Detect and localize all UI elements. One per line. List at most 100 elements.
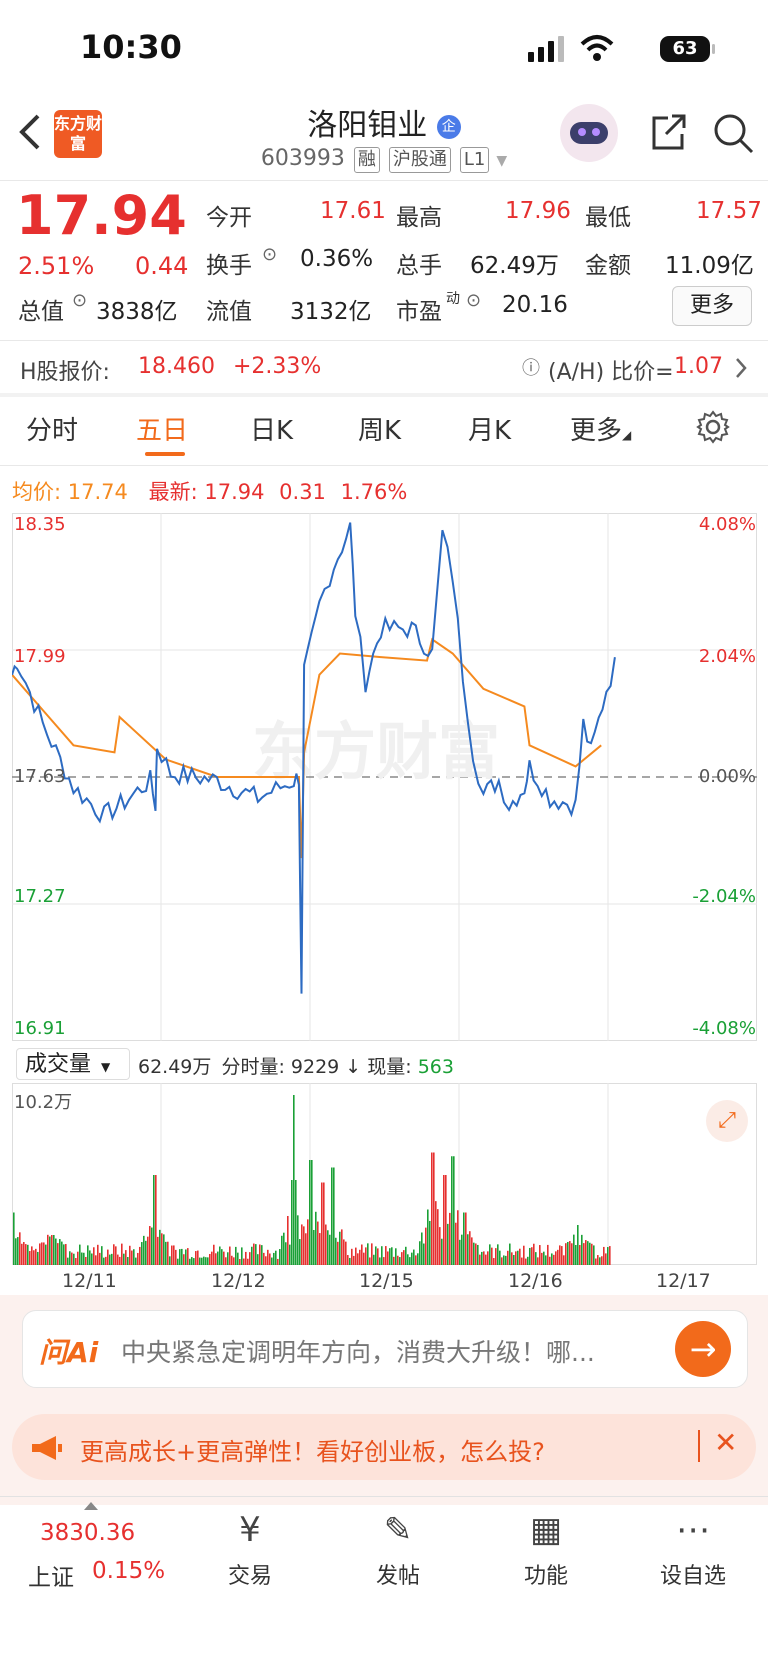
info-icon[interactable]: ⊙ <box>72 290 87 311</box>
volume-bar <box>117 1254 119 1265</box>
volume-bar <box>283 1232 285 1265</box>
tab-more[interactable]: 更多◢ <box>570 410 631 447</box>
volume-bar <box>337 1241 339 1265</box>
dropdown-icon[interactable]: ▼ <box>496 153 507 169</box>
tag-connect: 沪股通 <box>388 147 451 173</box>
tab-weekly-k[interactable]: 周K <box>358 410 401 447</box>
volume-bar <box>35 1248 37 1265</box>
volume-bar <box>529 1247 531 1265</box>
volume-bar <box>535 1252 537 1265</box>
trade-icon: ¥ <box>239 1510 261 1550</box>
ai-placeholder[interactable]: 中央紧急定调明年方向，消费大升级！哪... <box>121 1333 641 1369</box>
volume-bar <box>369 1257 371 1265</box>
volume-bar <box>125 1250 127 1265</box>
volume-bar <box>63 1244 65 1265</box>
open-value: 17.61 <box>320 198 386 224</box>
volume-bar <box>609 1246 611 1265</box>
submit-arrow-icon[interactable]: → <box>675 1321 731 1377</box>
volume-bar <box>355 1247 357 1265</box>
share-icon[interactable] <box>648 112 688 152</box>
volume-bar <box>95 1255 97 1265</box>
volume-bar <box>577 1225 579 1265</box>
index-change[interactable]: 0.15% <box>92 1558 165 1584</box>
x-tick-2: 12/15 <box>359 1270 414 1292</box>
volume-chart[interactable] <box>12 1083 757 1265</box>
volume-bar <box>435 1201 437 1265</box>
volume-bar <box>385 1246 387 1265</box>
volume-bar <box>437 1209 439 1265</box>
volume-bar <box>551 1253 553 1265</box>
volume-bar <box>205 1257 207 1265</box>
info-icon[interactable]: ⊙ <box>262 244 277 265</box>
volume-selector[interactable]: 成交量 ▼ <box>16 1048 130 1080</box>
nav-add-watchlist[interactable]: ⋯ 设自选 <box>638 1510 748 1590</box>
ai-avatar[interactable] <box>560 104 618 162</box>
change-abs: 0.44 <box>135 252 189 280</box>
more-button[interactable]: 更多 <box>672 286 752 326</box>
volume-bar <box>51 1235 53 1265</box>
volume-bar <box>201 1257 203 1265</box>
volume-bar <box>261 1245 263 1265</box>
volume-bar <box>513 1255 515 1265</box>
tab-intraday[interactable]: 分时 <box>26 410 78 447</box>
volume-bar <box>175 1249 177 1265</box>
search-icon[interactable] <box>712 112 756 156</box>
volume-bar <box>381 1246 383 1265</box>
volume-bar <box>91 1253 93 1265</box>
volume-bar <box>389 1248 391 1265</box>
volume-bar <box>159 1229 161 1265</box>
volume-bar <box>521 1257 523 1265</box>
help-icon[interactable]: ⓘ <box>522 354 540 380</box>
volume-bar <box>409 1257 411 1265</box>
volume-label: 总手 <box>396 253 442 279</box>
volume-bar <box>317 1221 319 1265</box>
volume-bar <box>181 1248 183 1265</box>
volume-bar <box>547 1244 549 1265</box>
volume-bar <box>591 1243 593 1265</box>
nav-functions[interactable]: ▦ 功能 <box>491 1510 601 1590</box>
y-tick-right-2: 0.00% <box>698 766 756 787</box>
volume-bar <box>509 1243 511 1265</box>
volume-bar <box>197 1250 199 1265</box>
volume-bar <box>383 1257 385 1265</box>
volume-bar <box>479 1254 481 1265</box>
close-icon[interactable]: ✕ <box>714 1426 737 1459</box>
x-tick-4: 12/17 <box>656 1270 711 1292</box>
tab-five-day[interactable]: 五日 <box>136 410 188 447</box>
volume-bar <box>307 1219 309 1265</box>
ai-search-bar[interactable]: 问Ai 中央紧急定调明年方向，消费大升级！哪... → <box>22 1310 748 1388</box>
volume-bar <box>533 1243 535 1265</box>
volume-bar <box>571 1243 573 1265</box>
volume-bar <box>251 1246 253 1265</box>
edit-icon: ✎ <box>383 1510 413 1550</box>
volume-bar <box>597 1255 599 1265</box>
nav-post[interactable]: ✎ 发帖 <box>343 1510 453 1590</box>
volume-bar <box>169 1256 171 1265</box>
tab-daily-k[interactable]: 日K <box>250 410 293 447</box>
index-value[interactable]: 3830.36 <box>40 1520 135 1546</box>
wifi-icon <box>580 35 614 61</box>
promo-text[interactable]: 更高成长+更高弹性！看好创业板，怎么投? <box>80 1432 545 1467</box>
expand-icon[interactable]: ⤢ <box>706 1100 748 1142</box>
volume-bar <box>319 1233 321 1265</box>
volume-bar <box>351 1248 353 1265</box>
volume-bar <box>37 1251 39 1265</box>
chevron-right-icon[interactable] <box>734 356 748 380</box>
float-label: 流值 <box>206 299 252 325</box>
volume-bar <box>209 1254 211 1265</box>
info-icon[interactable]: ⊙ <box>466 290 481 311</box>
nav-trade[interactable]: ¥ 交易 <box>195 1510 305 1590</box>
volume-bar <box>581 1234 583 1265</box>
volume-bar <box>569 1241 571 1265</box>
tab-monthly-k[interactable]: 月K <box>468 410 511 447</box>
y-tick-left-1: 17.99 <box>14 646 66 667</box>
promo-banner[interactable]: 更高成长+更高弹性！看好创业板，怎么投? ✕ <box>12 1414 756 1480</box>
settings-icon[interactable] <box>696 410 730 444</box>
price-chart[interactable]: 东方财富 SSBSSSSBBSS <box>12 513 757 1041</box>
index-name[interactable]: 上证 <box>28 1558 74 1592</box>
volume-bar <box>43 1242 45 1265</box>
volume-bar <box>163 1234 165 1265</box>
volume-bar <box>127 1257 129 1265</box>
volume-bar <box>131 1250 133 1265</box>
change-pct: 2.51% <box>18 252 95 280</box>
